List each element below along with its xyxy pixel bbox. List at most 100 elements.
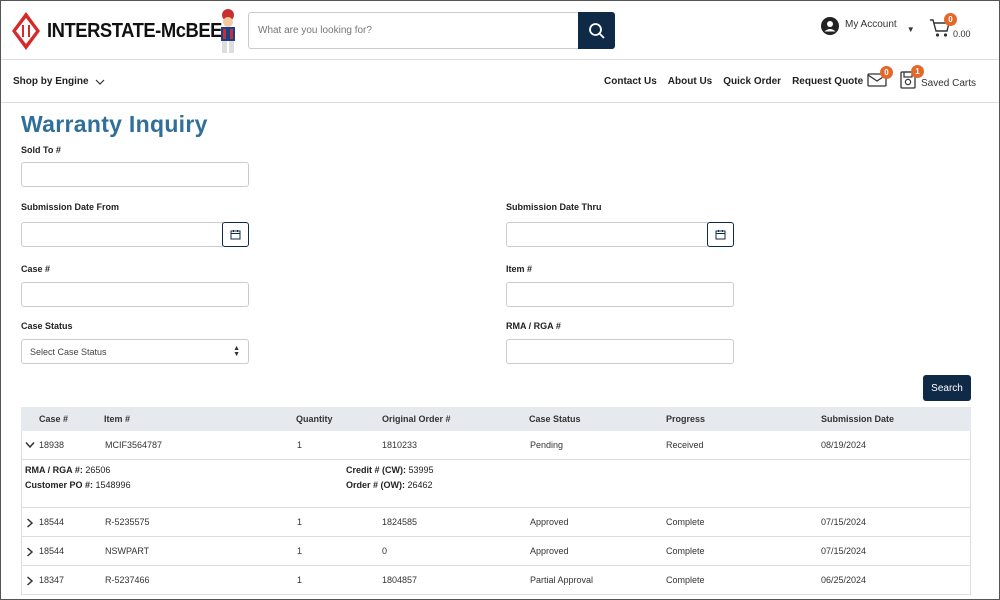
- search-input[interactable]: [248, 12, 578, 49]
- cell-item: NSWPART: [105, 546, 150, 556]
- calendar-icon: [230, 230, 241, 240]
- detail-rma-value: 26506: [85, 465, 111, 475]
- search-button[interactable]: [578, 12, 615, 49]
- cell-progress: Received: [666, 440, 704, 450]
- account-label: My Account: [845, 19, 897, 30]
- chevron-right-icon[interactable]: [26, 576, 34, 586]
- saved-carts-button[interactable]: 1 Saved Carts: [899, 65, 976, 95]
- detail-po-label: Customer PO #:: [25, 480, 94, 490]
- col-case-status: Case Status: [529, 414, 581, 424]
- detail-credit-value: 53995: [408, 465, 434, 475]
- detail-customer-po: Customer PO #: 1548996: [25, 480, 131, 490]
- search-bar: [248, 12, 615, 49]
- col-progress: Progress: [666, 414, 706, 424]
- cart-badge: 0: [944, 13, 957, 26]
- page: INTERSTATE-McBEE What are you looking fo…: [0, 0, 1000, 600]
- col-original-order: Original Order #: [382, 414, 451, 424]
- account-menu[interactable]: My Account ▼: [821, 17, 915, 35]
- detail-po-value: 1548996: [95, 480, 131, 490]
- cart-total: 0.00: [953, 29, 971, 39]
- col-quantity: Quantity: [296, 414, 333, 424]
- case-status-label: Case Status: [21, 321, 73, 331]
- item-number-input[interactable]: [506, 282, 734, 307]
- table-row[interactable]: 18544 R-5235575 1 1824585 Approved Compl…: [21, 508, 971, 537]
- cell-progress: Complete: [666, 546, 705, 556]
- chevron-right-icon[interactable]: [26, 547, 34, 557]
- search-icon: [588, 22, 605, 39]
- row-detail-panel: RMA / RGA #: 26506 Customer PO #: 154899…: [21, 460, 971, 508]
- submission-date-from-input[interactable]: [21, 222, 223, 247]
- table-header: Case # Item # Quantity Original Order # …: [21, 407, 971, 431]
- cell-item: MCIF3564787: [105, 440, 163, 450]
- shop-by-engine-label: Shop by Engine: [13, 76, 89, 87]
- chevron-down-icon[interactable]: [25, 441, 35, 449]
- user-icon: [821, 17, 839, 35]
- case-number-label: Case #: [21, 264, 51, 274]
- calendar-icon: [715, 230, 726, 240]
- messages-button[interactable]: 0: [867, 66, 893, 93]
- table-row[interactable]: 18347 R-5237466 1 1804857 Partial Approv…: [21, 566, 971, 595]
- cell-case: 18347: [39, 575, 65, 585]
- submission-date-from-label: Submission Date From: [21, 202, 120, 212]
- date-thru-calendar-button[interactable]: [707, 222, 734, 247]
- cell-original-order: 1804857: [382, 575, 418, 585]
- chevron-down-icon: [95, 79, 104, 85]
- cell-case: 18544: [39, 546, 65, 556]
- nav-links: Contact Us About Us Quick Order Request …: [604, 76, 874, 87]
- nav-link-contact-us[interactable]: Contact Us: [604, 76, 657, 87]
- detail-credit: Credit # (CW): 53995: [346, 465, 434, 475]
- detail-order-value: 26462: [407, 480, 433, 490]
- chevron-right-icon[interactable]: [26, 518, 34, 528]
- detail-credit-label: Credit # (CW):: [346, 465, 406, 475]
- detail-rma-label: RMA / RGA #:: [25, 465, 83, 475]
- brand-logo[interactable]: INTERSTATE-McBEE: [11, 9, 237, 53]
- cell-case: 18544: [39, 517, 65, 527]
- date-from-calendar-button[interactable]: [222, 222, 249, 247]
- item-number-label: Item #: [506, 264, 533, 274]
- col-item: Item #: [104, 414, 131, 424]
- saved-carts-label: Saved Carts: [921, 78, 977, 89]
- rma-rga-input[interactable]: [506, 339, 734, 364]
- cell-case: 18938: [39, 440, 65, 450]
- detail-order-label: Order # (OW):: [346, 480, 406, 490]
- submission-date-thru-input[interactable]: [506, 222, 708, 247]
- case-status-select[interactable]: Select Case Status ▲ ▼: [21, 339, 249, 364]
- cell-item: R-5237466: [105, 575, 150, 585]
- nav-link-request-quote[interactable]: Request Quote: [792, 76, 863, 87]
- case-number-input[interactable]: [21, 282, 249, 307]
- caret-down-icon: ▼: [906, 25, 915, 34]
- nav-link-quick-order[interactable]: Quick Order: [723, 76, 781, 87]
- cell-quantity: 1: [297, 440, 303, 450]
- cell-submission-date: 07/15/2024: [821, 517, 867, 527]
- detail-order: Order # (OW): 26462: [346, 480, 433, 490]
- logo-diamond-icon: [12, 12, 40, 50]
- sold-to-label: Sold To #: [21, 145, 61, 155]
- cell-case-status: Approved: [530, 517, 569, 527]
- rma-rga-label: RMA / RGA #: [506, 321, 561, 331]
- cell-case-status: Pending: [530, 440, 564, 450]
- col-case: Case #: [39, 414, 69, 424]
- page-title: Warranty Inquiry: [21, 111, 208, 137]
- brand-name: INTERSTATE-McBEE: [47, 19, 222, 42]
- cell-submission-date: 06/25/2024: [821, 575, 867, 585]
- search-submit-button[interactable]: Search: [923, 375, 971, 401]
- submission-date-thru-label: Submission Date Thru: [506, 202, 602, 212]
- nav-link-about-us[interactable]: About Us: [668, 76, 712, 87]
- sold-to-input[interactable]: [21, 162, 249, 187]
- table-row[interactable]: 18938 MCIF3564787 1 1810233 Pending Rece…: [21, 431, 971, 460]
- warranty-table: Case # Item # Quantity Original Order # …: [21, 407, 971, 595]
- detail-rma: RMA / RGA #: 26506: [25, 465, 110, 475]
- cell-quantity: 1: [297, 575, 303, 585]
- cell-original-order: 0: [382, 546, 388, 556]
- cart-button[interactable]: 0 0.00: [929, 13, 971, 43]
- cell-case-status: Partial Approval: [530, 575, 594, 585]
- saved-carts-badge: 1: [911, 65, 924, 78]
- cell-submission-date: 08/19/2024: [821, 440, 867, 450]
- shop-by-engine-menu[interactable]: Shop by Engine: [13, 76, 106, 87]
- cell-quantity: 1: [297, 517, 303, 527]
- cell-quantity: 1: [297, 546, 303, 556]
- cell-progress: Complete: [666, 517, 705, 527]
- table-row[interactable]: 18544 NSWPART 1 0 Approved Complete 07/1…: [21, 537, 971, 566]
- cell-progress: Complete: [666, 575, 705, 585]
- cell-submission-date: 07/15/2024: [821, 546, 867, 556]
